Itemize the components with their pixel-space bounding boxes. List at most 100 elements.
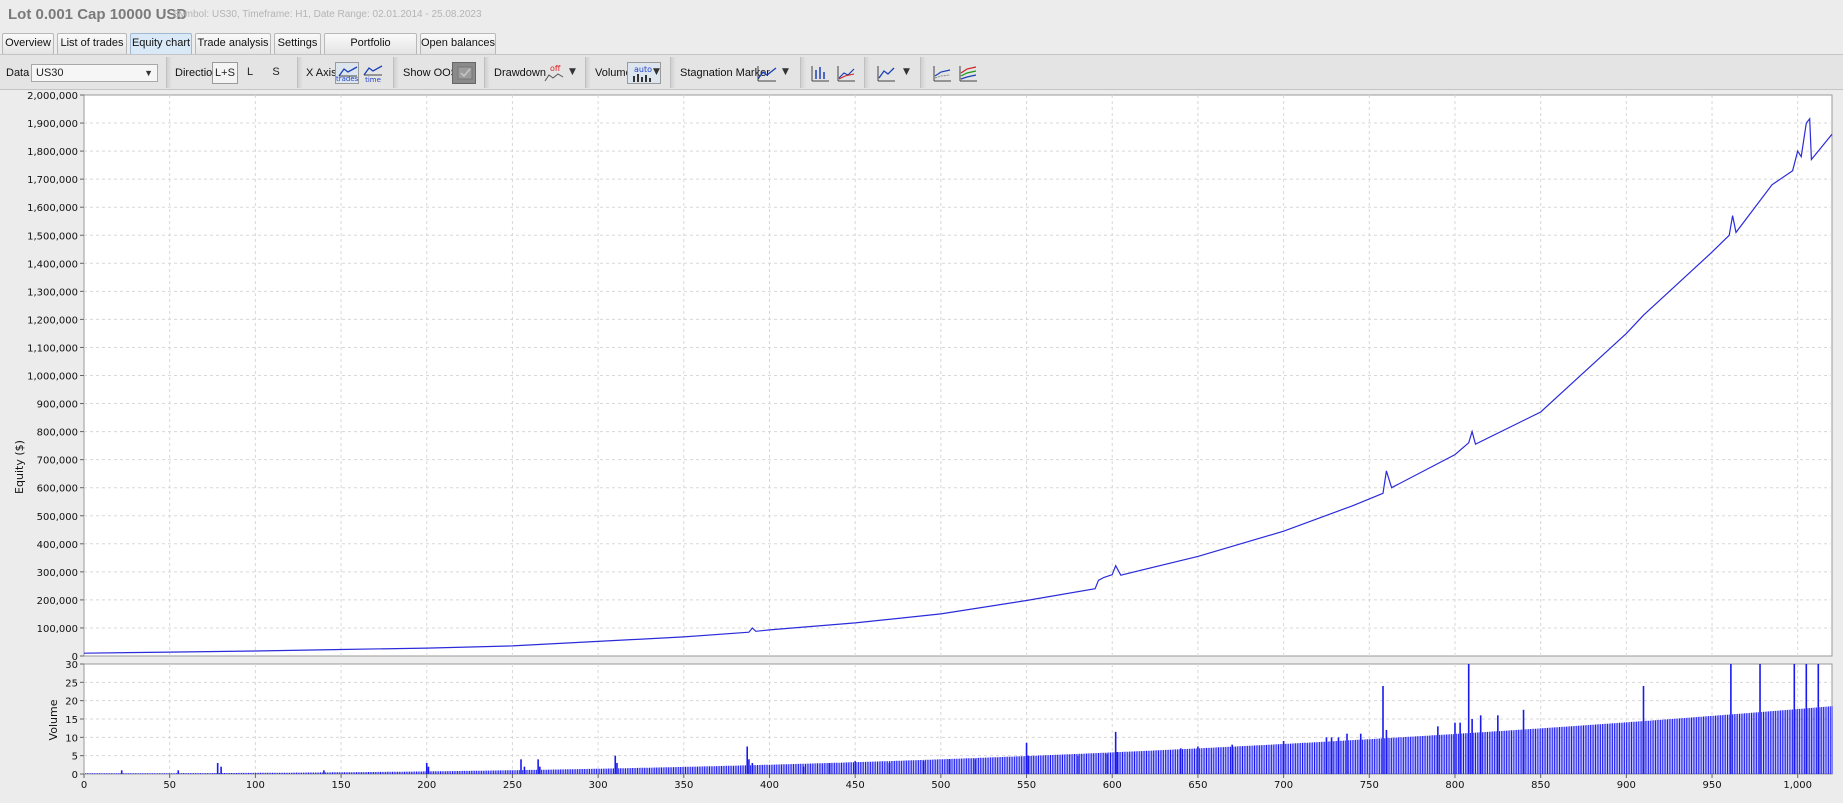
compare-button[interactable]	[930, 62, 954, 84]
xaxis-time-caption: time	[365, 76, 381, 84]
direction-l-toggle[interactable]: L	[237, 62, 263, 84]
toolbar-separator	[670, 57, 676, 88]
x-tick-label: 300	[589, 780, 608, 791]
toolbar-separator	[585, 57, 591, 88]
tab-open-balances[interactable]: Open balances	[420, 33, 496, 54]
x-tick-label: 200	[417, 780, 436, 791]
chart-type-button[interactable]	[874, 62, 898, 84]
tab-bar: Overview List of trades Equity chart Tra…	[0, 33, 1843, 68]
equity-y-tick-label: 1,200,000	[27, 315, 78, 326]
toolbar-separator	[297, 57, 303, 88]
x-tick-label: 750	[1360, 780, 1379, 791]
chart-toolbar: Data US30 ▼ Direction L+S L S X Axis tra…	[0, 54, 1843, 90]
xaxis-label: X Axis	[306, 67, 337, 79]
equity-y-axis-label: Equity ($)	[13, 440, 26, 494]
x-tick-label: 400	[760, 780, 779, 791]
drawdown-button[interactable]: off	[542, 62, 566, 84]
chart-line-button[interactable]	[834, 62, 858, 84]
x-tick-label: 800	[1445, 780, 1464, 791]
x-tick-label: 0	[81, 780, 87, 791]
title-bar: Lot 0.001 Cap 10000 USD Symbol: US30, Ti…	[0, 0, 1843, 30]
x-tick-label: 50	[163, 780, 176, 791]
line-chart-icon	[877, 66, 895, 82]
tab-overview[interactable]: Overview	[2, 33, 54, 54]
equity-y-tick-label: 500,000	[37, 512, 78, 523]
x-tick-label: 900	[1617, 780, 1636, 791]
x-tick-label: 450	[846, 780, 865, 791]
drawdown-state-text: off	[550, 64, 561, 73]
equity-y-tick-label: 1,900,000	[27, 119, 78, 130]
x-tick-label: 600	[1103, 780, 1122, 791]
data-label: Data	[6, 67, 30, 79]
stagnation-button[interactable]	[755, 62, 779, 84]
stagnation-dropdown-icon[interactable]: ▼	[782, 67, 789, 77]
toolbar-separator	[166, 57, 172, 88]
toolbar-separator	[393, 57, 399, 88]
equity-y-tick-label: 1,600,000	[27, 203, 78, 214]
volume-y-tick-label: 5	[72, 752, 78, 763]
show-oos-toggle[interactable]	[452, 62, 476, 84]
equity-y-tick-label: 600,000	[37, 484, 78, 495]
equity-plot-area	[83, 94, 1833, 657]
x-tick-label: 150	[332, 780, 351, 791]
direction-ls-toggle[interactable]: L+S	[212, 62, 238, 84]
bar-chart-icon	[811, 66, 829, 82]
portfolio-lines-button[interactable]	[956, 62, 980, 84]
tab-list-of-trades[interactable]: List of trades	[57, 33, 127, 54]
tab-portfolio-correlation[interactable]: Portfolio correlation	[324, 33, 417, 68]
x-tick-label: 550	[1017, 780, 1036, 791]
xaxis-time-button[interactable]: time	[361, 62, 385, 84]
tab-settings[interactable]: Settings	[274, 33, 321, 54]
data-select-value: US30	[36, 67, 64, 79]
x-tick-label: 500	[931, 780, 950, 791]
toolbar-separator	[864, 57, 870, 88]
x-tick-label: 250	[503, 780, 522, 791]
xaxis-trades-button[interactable]: trades	[335, 62, 359, 84]
x-tick-label: 700	[1274, 780, 1293, 791]
tab-equity-chart[interactable]: Equity chart	[130, 33, 192, 54]
equity-y-tick-label: 700,000	[37, 456, 78, 467]
data-select[interactable]: US30 ▼	[31, 64, 158, 82]
x-tick-label: 100	[246, 780, 265, 791]
show-oos-label: Show OOS	[403, 67, 459, 79]
equity-y-tick-label: 800,000	[37, 428, 78, 439]
x-tick-label: 950	[1702, 780, 1721, 791]
volume-y-tick-label: 10	[65, 733, 78, 744]
chart-type-dropdown-icon[interactable]: ▼	[903, 67, 910, 77]
equity-y-tick-label: 1,800,000	[27, 147, 78, 158]
equity-y-tick-label: 1,400,000	[27, 259, 78, 270]
volume-y-axis-label: Volume	[47, 699, 60, 740]
volume-y-tick-label: 30	[65, 660, 78, 671]
line-chart-red-icon	[837, 66, 855, 82]
chart-area: Equity ($) Volume 0 50 100 150 200 250 300 350 4…	[0, 91, 1843, 800]
line-chart-icon	[363, 65, 383, 76]
drawdown-dropdown-icon[interactable]: ▼	[569, 67, 576, 77]
toolbar-separator	[484, 57, 490, 88]
x-tick-label: 850	[1531, 780, 1550, 791]
volume-dropdown-icon[interactable]: ▼	[653, 67, 660, 77]
equity-y-tick-label: 1,300,000	[27, 287, 78, 298]
report-subtitle: Symbol: US30, Timeframe: H1, Date Range:…	[173, 9, 482, 20]
multi-line-icon	[933, 66, 951, 82]
equity-y-tick-label: 300,000	[37, 568, 78, 579]
equity-y-tick-label: 1,700,000	[27, 175, 78, 186]
tab-trade-analysis[interactable]: Trade analysis	[195, 33, 271, 54]
direction-s-toggle[interactable]: S	[263, 62, 289, 84]
volume-y-tick-label: 25	[65, 678, 78, 689]
toolbar-separator	[800, 57, 806, 88]
equity-y-tick-label: 400,000	[37, 540, 78, 551]
equity-y-tick-label: 1,000,000	[27, 372, 78, 383]
toolbar-separator	[920, 57, 926, 88]
checkbox-icon	[457, 66, 473, 80]
volume-state-text: auto	[634, 65, 652, 74]
x-tick-label: 350	[674, 780, 693, 791]
chart-bars-button[interactable]	[808, 62, 832, 84]
report-title: Lot 0.001 Cap 10000 USD	[8, 6, 188, 23]
volume-y-tick-label: 0	[72, 770, 78, 781]
drawdown-label: Drawdown	[494, 67, 546, 79]
equity-y-tick-label: 1,100,000	[27, 343, 78, 354]
volume-y-tick-label: 20	[65, 697, 78, 708]
drawdown-icon: off	[544, 64, 564, 82]
volume-y-tick-label: 15	[65, 715, 78, 726]
multi-line-color-icon	[959, 66, 977, 82]
